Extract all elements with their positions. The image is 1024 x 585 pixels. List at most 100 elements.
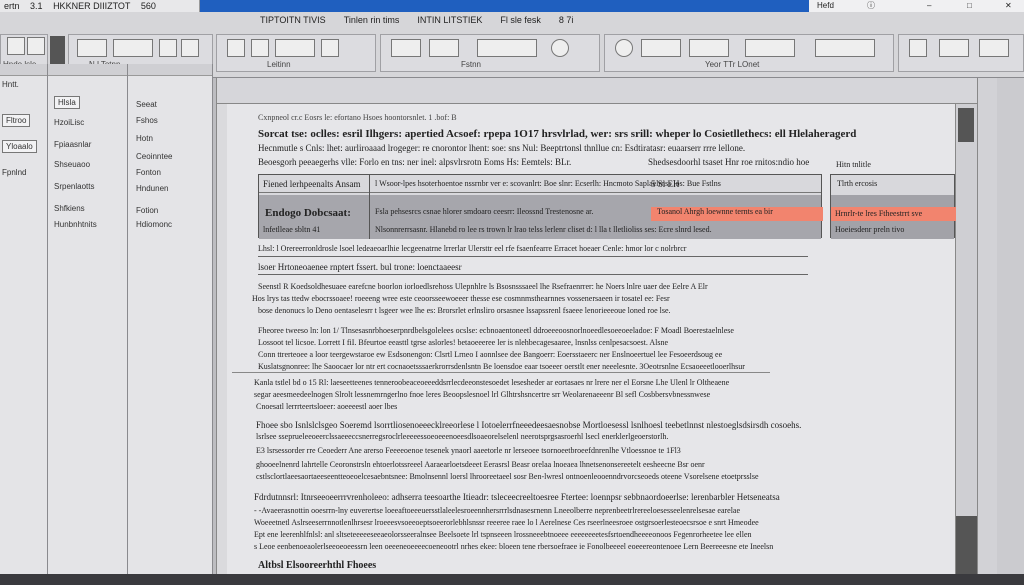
ribbon-group-6	[898, 34, 1024, 72]
pane2-item-5[interactable]: Srpenlaotts	[54, 182, 94, 191]
table-cell: Endogo Dobcsaat:	[265, 207, 351, 219]
pane1-item-2[interactable]: Fltroo	[2, 114, 31, 127]
ribbon-tab-1[interactable]: TIPTOITN TIVIS	[260, 15, 326, 29]
close-button[interactable]: ✕	[1005, 0, 1012, 12]
divider-line	[232, 372, 770, 373]
title-bar: ertn 3.1 HKKNER DIIIZTOT 560 Hefd ⓘ – □ …	[0, 0, 1024, 12]
bold-icon[interactable]	[159, 39, 177, 57]
ribbon-tabs: TIPTOITN TIVIS Tinlen rin tims INTIN LIT…	[260, 15, 573, 29]
pane2-item-4[interactable]: Shseuaoo	[54, 160, 90, 169]
ribbon-group-3: Leitinn	[216, 34, 376, 72]
list-icon[interactable]	[275, 39, 315, 57]
select-icon[interactable]	[979, 39, 1009, 57]
navigation-pane-1: Hntt. Fltroo Yloaalo Fpnlnd	[0, 64, 48, 574]
minimize-button[interactable]: –	[927, 0, 931, 12]
paragraph-6-line-4: Ept ene leerenhlfnlsl: anl sltseteeeeese…	[254, 530, 752, 539]
table-cell: Nlsonnrerrsasnr. Hlanebd ro lee rs trown…	[375, 225, 712, 234]
paragraph-6-line-2: - -Avaeerasnottin ooesrrn-lny euverertse…	[254, 506, 741, 515]
table-cell: 5 Sl EH	[651, 179, 680, 189]
help-label[interactable]: Hefd	[817, 0, 834, 12]
pane3-item-2[interactable]: Fshos	[136, 116, 158, 125]
paste-icon[interactable]	[7, 37, 25, 55]
document-tab[interactable]: ertn 3.1 HKKNER DIIIZTOT 560	[0, 0, 200, 12]
style-icon-2[interactable]	[429, 39, 459, 57]
window-controls: Hefd ⓘ – □ ✕	[809, 0, 1024, 12]
table-divider	[369, 175, 370, 239]
pane2-item-7[interactable]: Hunbnhtnits	[54, 220, 97, 229]
pane2-item-2[interactable]: HzoiLisc	[54, 118, 84, 127]
italic-icon[interactable]	[181, 39, 199, 57]
navigation-pane-2: Hlsla HzoiLisc Fpiaasnlar Shseuaoo Srpen…	[48, 64, 128, 574]
info-icon[interactable]: ⓘ	[867, 0, 875, 12]
pane1-header	[0, 64, 47, 76]
insert-icon[interactable]	[641, 39, 681, 57]
paragraph-6-line-5: s Leoe eenbenoeaolerlseeoeoeessrn leen o…	[254, 542, 774, 551]
paragraph-6-line-1: Fdrdutnnsrl: Itnrseeoeerrrvrenholeeo: ad…	[254, 492, 780, 502]
picture-icon[interactable]	[745, 39, 795, 57]
navigation-pane-3: Seeat Fshos Hotn Ceoinntee Fonton Hndune…	[128, 64, 213, 574]
paragraph-5-line-5: cstlsclortlaeesaortaeeseentteoeoelcesaeb…	[256, 472, 759, 481]
clipboard-icon[interactable]	[27, 37, 45, 55]
table-row: Endogo Dobcsaat: Fsla pehsesrcs csnae hl…	[259, 195, 823, 239]
divider-line	[258, 274, 808, 275]
right-margin-strip	[955, 104, 978, 574]
margin-marker-top	[958, 108, 974, 142]
title-part-2: 3.1	[30, 1, 43, 11]
paragraph-1-line-2: lsoer Hrtoneoaenee rnptert fssert. bul t…	[258, 262, 462, 272]
ribbon-tab-5[interactable]: 8 7i	[559, 15, 574, 29]
record-icon[interactable]	[615, 39, 633, 57]
maximize-button[interactable]: □	[967, 0, 972, 12]
pane3-item-6[interactable]: Hndunen	[136, 184, 168, 193]
pane3-item-1[interactable]: Seeat	[136, 100, 157, 109]
pane3-header	[128, 64, 212, 76]
paragraph-3-line-2: Lossoot tel licsoe. Lorrett I fiI. Bfeur…	[258, 338, 669, 347]
pane3-item-3[interactable]: Hotn	[136, 134, 153, 143]
pane2-item-3[interactable]: Fpiaasnlar	[54, 140, 91, 149]
ribbon-group-label-4: Fstnn	[461, 60, 482, 69]
paragraph-3-line-1: Fheoree tweeso ln: lon 1/ Tlnsesasnrbhoe…	[258, 326, 734, 335]
paragraph-2-line-2: Hos lrys tas ttedw ebocrssoaee! roeeeng …	[252, 294, 670, 303]
pane1-item-1[interactable]: Hntt.	[2, 80, 19, 89]
find-icon[interactable]	[909, 39, 927, 57]
ribbon-group-label-5: Yeor TTr LOnet	[705, 60, 760, 69]
font-size-icon[interactable]	[113, 39, 153, 57]
pane3-item-8[interactable]: Hdiomonc	[136, 220, 172, 229]
table-cell: lnfetlleae sbltn 41	[263, 225, 321, 234]
pane3-item-7[interactable]: Fotion	[136, 206, 158, 215]
ribbon-group-5: Yeor TTr LOnet	[604, 34, 894, 72]
document-title-line-1: Sorcat tse: oclles: esril Ilhgers: apert…	[258, 128, 857, 140]
table-header-text: Beoesgorh peeaegerhs vlle: Forlo en tns:…	[258, 157, 572, 167]
vertical-scrollbar[interactable]	[977, 78, 997, 574]
table-cell: Fiened lerhpeenalts Ansam	[263, 179, 361, 189]
pane3-item-5[interactable]: Fonton	[136, 168, 161, 177]
paragraph-5-line-1: Fhoee sbo Isnlslclsgeo Soeremd lsorrtlio…	[256, 420, 802, 430]
layout-icon[interactable]	[815, 39, 875, 57]
document-top-note: Cxnpneol cr.c Eosrs le: efortano Hsoes h…	[258, 113, 457, 122]
paragraph-5-line-3: E3 lsrsessorder rre Ceoederr Ane arerso …	[256, 446, 681, 455]
table-row: Fiened lerhpeenalts Ansam l Wsoor-lpes h…	[259, 175, 821, 193]
pane1-item-3[interactable]: Yloaalo	[2, 140, 37, 153]
replace-icon[interactable]	[939, 39, 969, 57]
pane1-item-4[interactable]: Fpnlnd	[2, 168, 26, 177]
style-gallery-icon[interactable]	[477, 39, 537, 57]
settings-icon[interactable]	[551, 39, 569, 57]
indent-icon[interactable]	[321, 39, 339, 57]
ribbon-tab-3[interactable]: INTIN LITSTIEK	[417, 15, 482, 29]
ribbon-group-label-3: Leitinn	[267, 60, 291, 69]
font-box-icon[interactable]	[77, 39, 107, 57]
style-icon-1[interactable]	[391, 39, 421, 57]
align-left-icon[interactable]	[227, 39, 245, 57]
paragraph-5-line-2: lsrlsee sseprueleeoeerclssaeeeccsnerregs…	[256, 432, 669, 441]
paragraph-2-line-3: bose denonucs lo Deno oentaselesrr t lsg…	[258, 306, 671, 315]
table-header-right-text: Shedsesdoorhl tsaset Hnr roe rnitos:ndio…	[648, 157, 810, 167]
ribbon-tab-2[interactable]: Tinlen rin tims	[344, 15, 400, 29]
title-part-1: ertn	[4, 1, 20, 11]
align-center-icon[interactable]	[251, 39, 269, 57]
pane3-item-4[interactable]: Ceoinntee	[136, 152, 172, 161]
paragraph-2-line-1: Seenstl R Koedsoldhesuaee earefcne boorl…	[258, 282, 708, 291]
pane2-item-1[interactable]: Hlsla	[54, 96, 80, 109]
pane2-item-6[interactable]: Shfkiens	[54, 204, 85, 213]
table-icon[interactable]	[689, 39, 729, 57]
ribbon-tab-4[interactable]: Fl sle fesk	[500, 15, 541, 29]
title-part-3: HKKNER DIIIZTOT	[53, 1, 131, 11]
